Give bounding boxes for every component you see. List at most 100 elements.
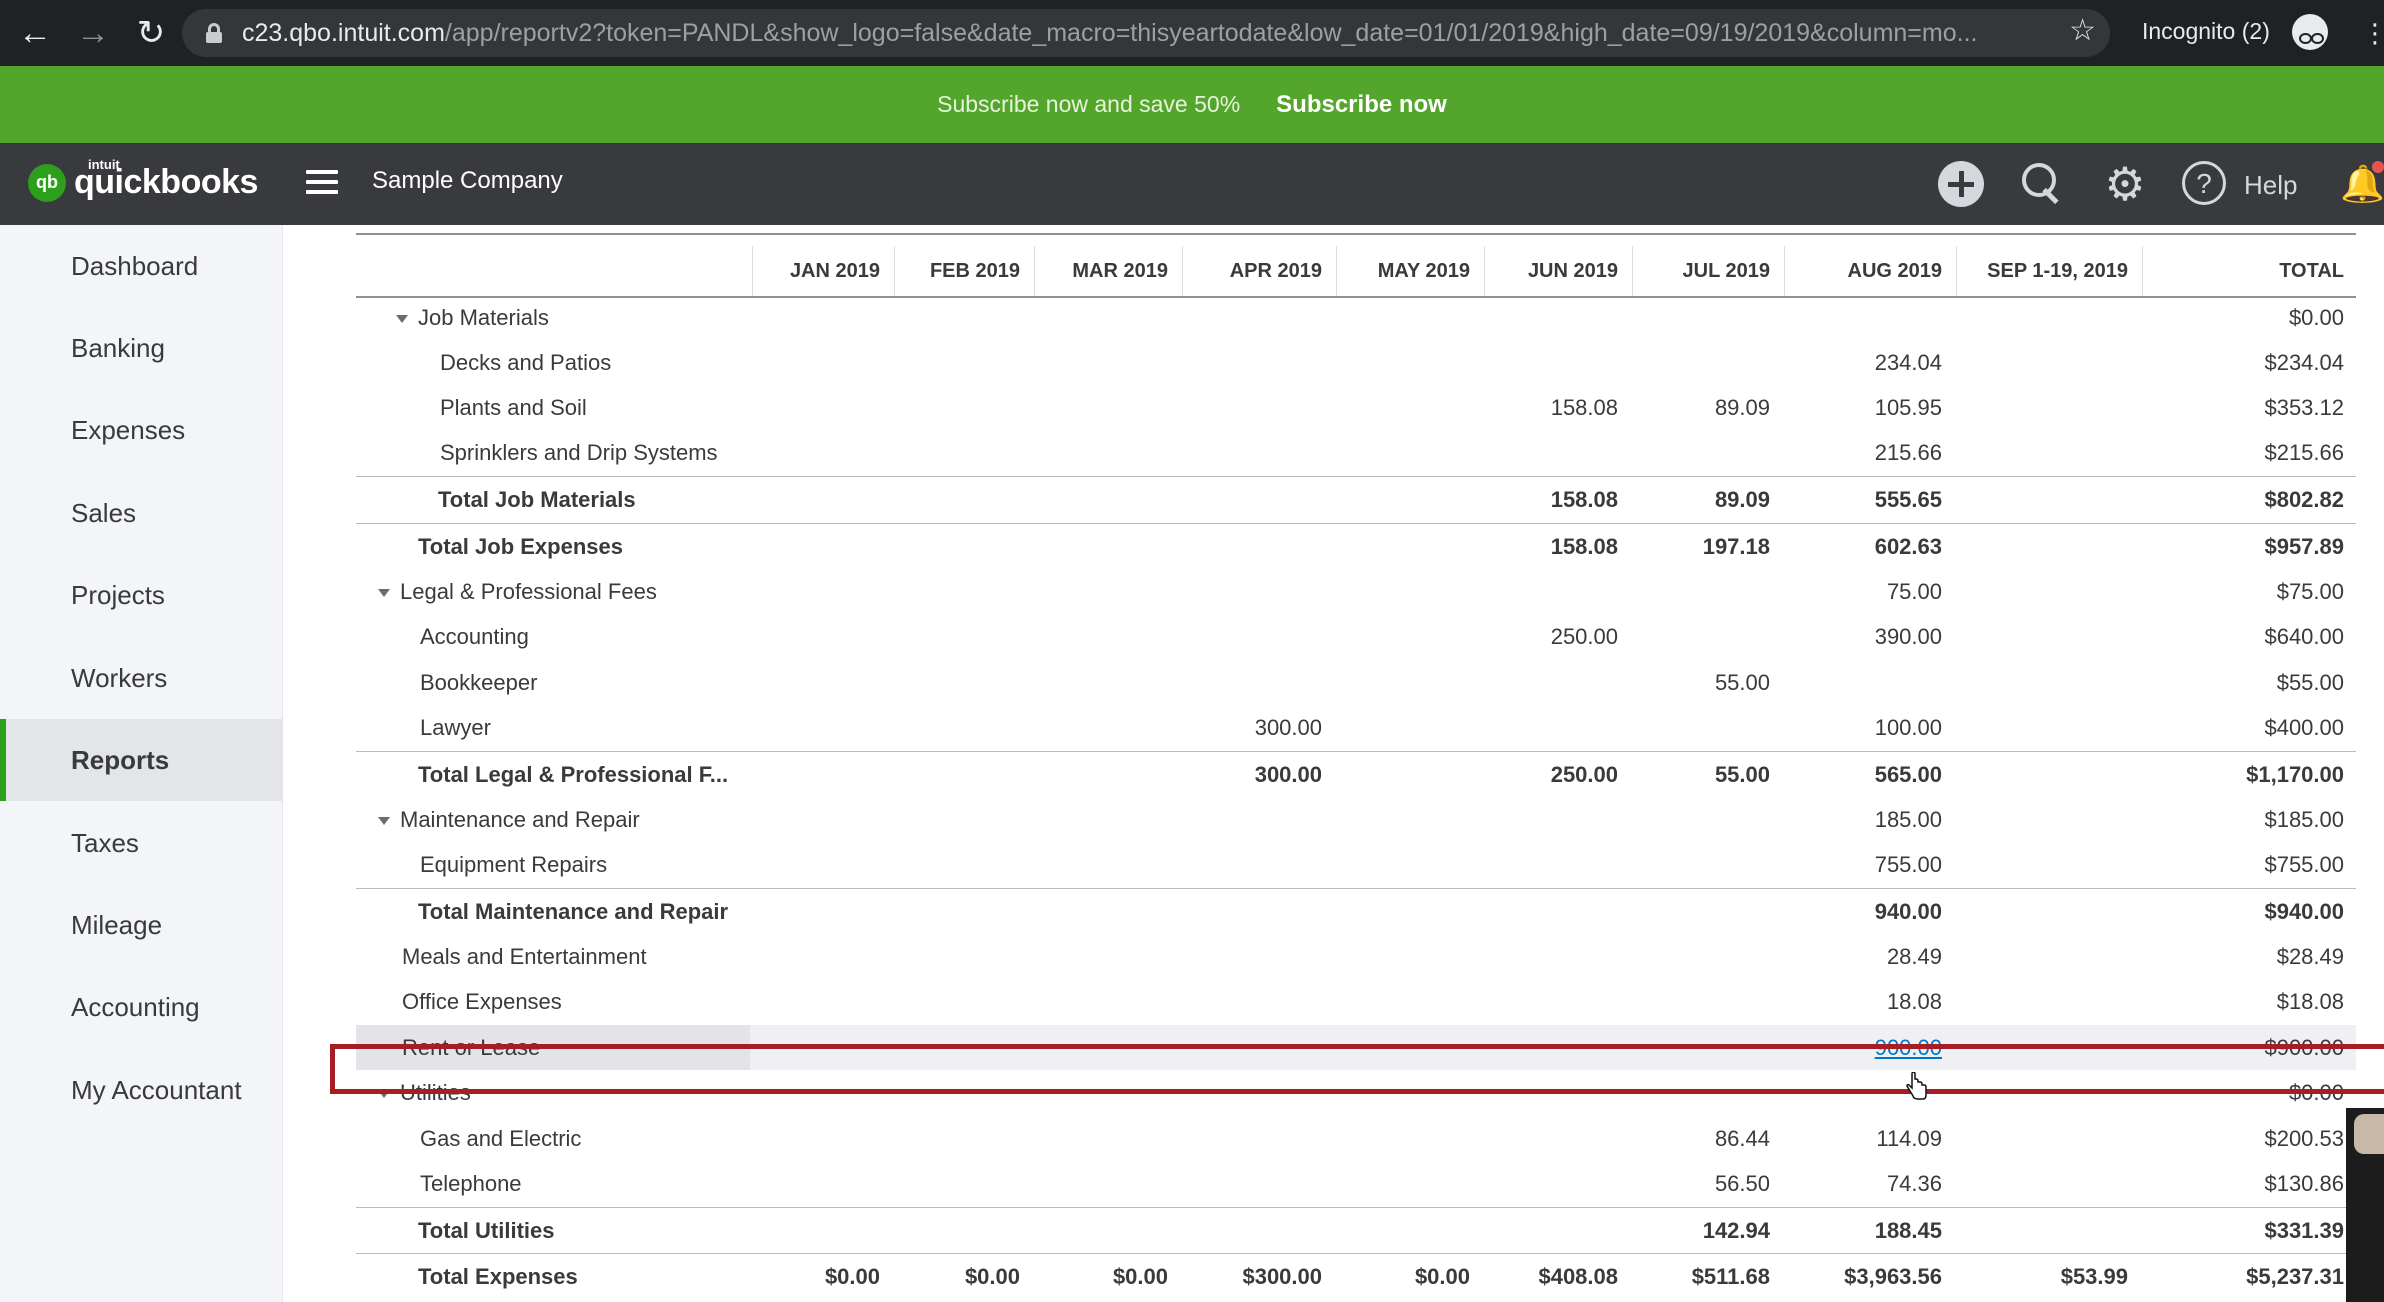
row-label[interactable]: Sprinklers and Drip Systems [440, 430, 718, 475]
amount-cell[interactable]: 142.94 [1703, 1208, 1770, 1253]
row-label[interactable]: Total Utilities [418, 1208, 555, 1253]
amount-cell[interactable]: 86.44 [1715, 1116, 1770, 1161]
total-cell[interactable]: $353.12 [2264, 385, 2344, 430]
amount-cell[interactable]: 56.50 [1715, 1161, 1770, 1206]
row-label[interactable]: Meals and Entertainment [402, 934, 647, 979]
amount-cell[interactable]: 158.08 [1551, 385, 1618, 430]
amount-cell[interactable]: 158.08 [1551, 524, 1618, 569]
row-label[interactable]: Telephone [420, 1161, 522, 1206]
search-icon[interactable] [2020, 161, 2066, 207]
help-label[interactable]: Help [2244, 170, 2297, 201]
amount-cell[interactable]: 940.00 [1875, 889, 1942, 934]
total-cell[interactable]: $234.04 [2264, 340, 2344, 385]
total-cell[interactable]: $75.00 [2277, 569, 2344, 614]
row-label[interactable]: Total Legal & Professional F... [418, 752, 728, 797]
incognito-icon[interactable] [2292, 14, 2328, 50]
amount-cell[interactable]: 75.00 [1887, 569, 1942, 614]
sidebar-item-accounting[interactable]: Accounting [0, 966, 282, 1048]
url-text[interactable]: c23.qbo.intuit.com/app/reportv2?token=PA… [242, 19, 2042, 48]
row-label[interactable]: Total Expenses [418, 1254, 578, 1299]
column-header-may-2019[interactable]: MAY 2019 [1336, 246, 1484, 296]
row-label[interactable]: Total Job Materials [438, 477, 636, 522]
amount-cell[interactable]: $53.99 [2061, 1254, 2128, 1299]
amount-cell[interactable]: 755.00 [1875, 842, 1942, 887]
sidebar-item-taxes[interactable]: Taxes [0, 802, 282, 884]
total-cell[interactable]: $5,237.31 [2246, 1254, 2344, 1299]
total-cell[interactable]: $957.89 [2264, 524, 2344, 569]
row-label[interactable]: Maintenance and Repair [378, 797, 640, 842]
amount-cell[interactable]: 105.95 [1875, 385, 1942, 430]
sidebar-item-reports[interactable]: Reports [0, 719, 282, 801]
back-arrow-icon[interactable]: ← [12, 10, 58, 56]
amount-cell[interactable]: $300.00 [1242, 1254, 1322, 1299]
sidebar-item-mileage[interactable]: Mileage [0, 884, 282, 966]
sidebar-item-projects[interactable]: Projects [0, 554, 282, 636]
address-bar[interactable]: c23.qbo.intuit.com/app/reportv2?token=PA… [182, 9, 2110, 57]
amount-cell[interactable]: 188.45 [1875, 1208, 1942, 1253]
amount-cell[interactable]: 300.00 [1255, 752, 1322, 797]
row-label[interactable]: Equipment Repairs [420, 842, 607, 887]
total-cell[interactable]: $640.00 [2264, 614, 2344, 659]
amount-cell[interactable]: 100.00 [1875, 705, 1942, 750]
amount-cell[interactable]: $511.68 [1692, 1254, 1770, 1299]
row-label[interactable]: Total Job Expenses [418, 524, 623, 569]
total-cell[interactable]: $215.66 [2264, 430, 2344, 475]
amount-cell[interactable]: $3,963.56 [1844, 1254, 1942, 1299]
amount-cell[interactable]: $0.00 [965, 1254, 1020, 1299]
collapse-caret-icon[interactable] [396, 315, 408, 324]
column-header-sep-1-19-2019[interactable]: SEP 1-19, 2019 [1956, 246, 2142, 296]
amount-cell[interactable]: $0.00 [1415, 1254, 1470, 1299]
total-cell[interactable]: $200.53 [2264, 1116, 2344, 1161]
amount-cell[interactable]: 55.00 [1715, 752, 1770, 797]
row-label[interactable]: Job Materials [396, 295, 549, 340]
create-plus-icon[interactable] [1938, 161, 1984, 207]
amount-cell[interactable]: $0.00 [1113, 1254, 1168, 1299]
row-label[interactable]: Bookkeeper [420, 660, 537, 705]
column-header-jul-2019[interactable]: JUL 2019 [1632, 246, 1784, 296]
collapse-caret-icon[interactable] [378, 817, 390, 826]
row-label[interactable]: Lawyer [420, 705, 491, 750]
column-header-mar-2019[interactable]: MAR 2019 [1034, 246, 1182, 296]
amount-cell[interactable]: 18.08 [1887, 979, 1942, 1024]
sidebar-item-banking[interactable]: Banking [0, 307, 282, 389]
row-label[interactable]: Plants and Soil [440, 385, 587, 430]
amount-cell[interactable]: 197.18 [1703, 524, 1770, 569]
amount-cell[interactable]: 55.00 [1715, 660, 1770, 705]
row-label[interactable]: Office Expenses [402, 979, 562, 1024]
sidebar-item-dashboard[interactable]: Dashboard [0, 225, 282, 307]
help-icon[interactable]: ? [2182, 161, 2226, 205]
total-cell[interactable]: $802.82 [2264, 477, 2344, 522]
sidebar-item-expenses[interactable]: Expenses [0, 389, 282, 471]
bookmark-star-icon[interactable]: ☆ [2069, 13, 2096, 48]
column-header-feb-2019[interactable]: FEB 2019 [894, 246, 1034, 296]
total-cell[interactable]: $55.00 [2277, 660, 2344, 705]
amount-cell[interactable]: $408.08 [1538, 1254, 1618, 1299]
total-cell[interactable]: $130.86 [2264, 1161, 2344, 1206]
forward-arrow-icon[interactable]: → [70, 10, 116, 56]
sidebar-item-my-accountant[interactable]: My Accountant [0, 1049, 282, 1131]
row-label[interactable]: Decks and Patios [440, 340, 611, 385]
row-label[interactable]: Accounting [420, 614, 529, 659]
total-cell[interactable]: $400.00 [2264, 705, 2344, 750]
sidebar-item-sales[interactable]: Sales [0, 472, 282, 554]
row-label[interactable]: Legal & Professional Fees [378, 569, 657, 614]
column-header-aug-2019[interactable]: AUG 2019 [1784, 246, 1956, 296]
amount-cell[interactable]: 89.09 [1715, 477, 1770, 522]
row-label[interactable]: Total Maintenance and Repair [418, 889, 728, 934]
column-header-jun-2019[interactable]: JUN 2019 [1484, 246, 1632, 296]
collapse-caret-icon[interactable] [378, 589, 390, 598]
total-cell[interactable]: $18.08 [2277, 979, 2344, 1024]
hamburger-menu-icon[interactable] [306, 170, 338, 196]
row-label[interactable]: Gas and Electric [420, 1116, 581, 1161]
total-cell[interactable]: $1,170.00 [2246, 752, 2344, 797]
amount-cell[interactable]: 215.66 [1875, 430, 1942, 475]
column-header-jan-2019[interactable]: JAN 2019 [752, 246, 894, 296]
amount-cell[interactable]: 555.65 [1875, 477, 1942, 522]
total-cell[interactable]: $28.49 [2277, 934, 2344, 979]
amount-cell[interactable]: 390.00 [1875, 614, 1942, 659]
amount-cell[interactable]: 185.00 [1875, 797, 1942, 842]
amount-cell[interactable]: 602.63 [1875, 524, 1942, 569]
gear-icon[interactable]: ⚙ [2102, 161, 2148, 207]
amount-cell[interactable]: 74.36 [1887, 1161, 1942, 1206]
total-cell[interactable]: $940.00 [2264, 889, 2344, 934]
